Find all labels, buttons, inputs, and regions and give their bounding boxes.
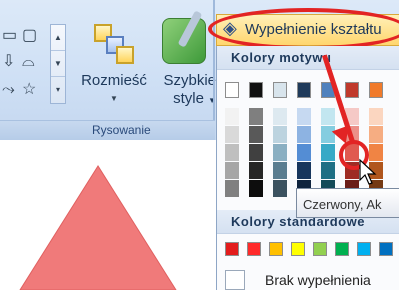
scroll-up-icon[interactable]: ▲ (51, 25, 65, 51)
theme-color-swatch[interactable] (321, 144, 335, 161)
theme-color-swatch[interactable] (249, 82, 263, 98)
theme-color-swatch[interactable] (225, 162, 239, 179)
gallery-scrollbar[interactable]: ▲ ▼ ▾ (50, 24, 66, 104)
document-canvas[interactable] (0, 140, 216, 290)
theme-color-swatch[interactable] (273, 162, 287, 179)
quick-styles-label-line2: style (173, 90, 204, 107)
theme-color-swatch[interactable] (369, 82, 383, 98)
theme-color-swatch[interactable] (297, 162, 311, 179)
standard-color-swatch[interactable] (269, 242, 283, 256)
no-fill-label: Brak wypełnienia (265, 272, 371, 288)
theme-color-swatch[interactable] (273, 108, 287, 125)
theme-color-swatch[interactable] (321, 108, 335, 125)
theme-color-swatch[interactable] (249, 144, 263, 161)
gallery-more-icon[interactable]: ▾ (51, 77, 65, 103)
theme-color-swatch[interactable] (273, 126, 287, 143)
standard-color-swatch[interactable] (291, 242, 305, 256)
quick-styles-label-line1: Szybkie (163, 72, 216, 89)
arrange-label: Rozmieść (81, 72, 147, 89)
freeform-shape-icon[interactable]: ⌓ (22, 54, 35, 70)
standard-color-swatch[interactable] (379, 242, 393, 256)
mouse-cursor-icon (359, 158, 377, 185)
highlight-circle (208, 8, 399, 50)
theme-color-swatch[interactable] (225, 82, 239, 98)
theme-color-swatch[interactable] (249, 162, 263, 179)
theme-colors-header: Kolory motywu (217, 46, 399, 70)
theme-color-swatch[interactable] (225, 108, 239, 125)
theme-color-swatch[interactable] (249, 126, 263, 143)
standard-color-swatch[interactable] (225, 242, 239, 256)
theme-color-swatch[interactable] (369, 108, 383, 125)
theme-color-swatch[interactable] (273, 82, 287, 98)
theme-color-swatch[interactable] (249, 180, 263, 197)
group-label: Rysowanie (92, 123, 151, 137)
theme-color-swatch[interactable] (273, 144, 287, 161)
theme-color-swatch[interactable] (297, 82, 311, 98)
standard-color-swatch[interactable] (335, 242, 349, 256)
no-fill-option[interactable]: Brak wypełnienia (217, 268, 399, 290)
color-tooltip: Czerwony, Ak (296, 188, 399, 218)
chevron-down-icon: ▼ (110, 94, 118, 103)
arrange-icon (92, 22, 136, 66)
theme-color-swatch[interactable] (345, 82, 359, 98)
arrow-shape-icon[interactable]: ⇩ (2, 54, 15, 70)
star-shape-icon[interactable]: ☆ (22, 82, 36, 98)
theme-color-swatch[interactable] (249, 108, 263, 125)
theme-color-swatch[interactable] (273, 180, 287, 197)
theme-color-swatch[interactable] (225, 144, 239, 161)
theme-color-swatch[interactable] (225, 180, 239, 197)
arrange-button[interactable]: Rozmieść ▼ (78, 16, 150, 112)
theme-color-swatch[interactable] (297, 126, 311, 143)
standard-color-swatch[interactable] (357, 242, 371, 256)
theme-color-swatch[interactable] (321, 162, 335, 179)
theme-color-swatch[interactable] (297, 144, 311, 161)
rectangle-shape-icon[interactable]: ▭ (2, 28, 17, 44)
scroll-down-icon[interactable]: ▼ (51, 51, 65, 77)
connector-shape-icon[interactable]: ⤳ (2, 82, 15, 98)
group-footer: Rysowanie (0, 120, 215, 140)
triangle-shape[interactable] (0, 140, 216, 290)
no-fill-icon (225, 270, 245, 290)
quick-styles-button[interactable]: Szybkie style ▼ (152, 10, 216, 112)
quick-styles-label: Szybkie style ▼ (152, 72, 216, 110)
standard-color-swatch[interactable] (313, 242, 327, 256)
rounded-rectangle-shape-icon[interactable]: ▢ (22, 28, 37, 44)
theme-color-swatch[interactable] (225, 126, 239, 143)
theme-color-swatch[interactable] (297, 108, 311, 125)
theme-color-swatch[interactable] (369, 126, 383, 143)
standard-color-swatch[interactable] (247, 242, 261, 256)
